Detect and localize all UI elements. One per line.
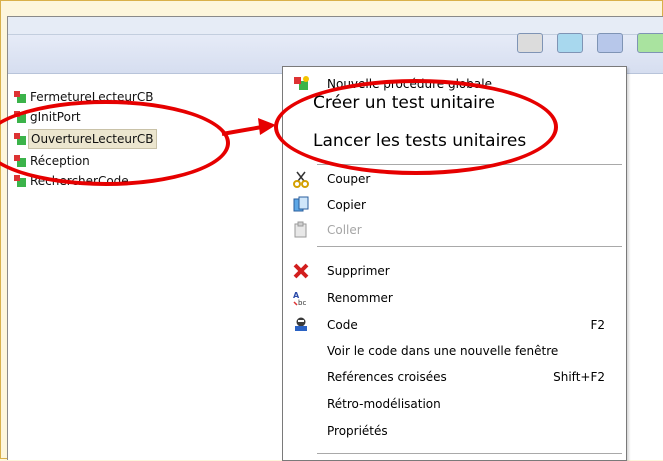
annotation-arrow [221,118,276,136]
